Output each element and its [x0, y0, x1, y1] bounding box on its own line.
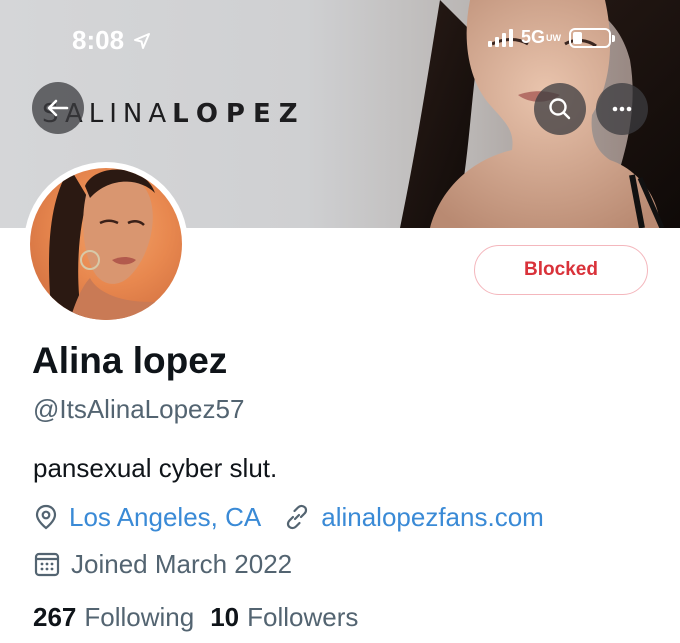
status-time-text: 8:08: [72, 25, 125, 55]
banner-brand-bold: LOPEZ: [172, 99, 306, 129]
status-time: 8:08: [72, 25, 152, 56]
location-item: Los Angeles, CA: [33, 502, 261, 533]
network-indicator: 5G UW: [521, 27, 561, 48]
profile-bio: pansexual cyber slut.: [33, 453, 278, 483]
network-type: 5G: [521, 27, 546, 47]
display-name: Alina lopez: [32, 340, 228, 381]
location-text[interactable]: Los Angeles, CA: [69, 502, 261, 533]
website-link[interactable]: alinalopezfans.com: [321, 502, 544, 533]
network-sub: UW: [546, 32, 562, 43]
more-icon: [612, 106, 632, 112]
calendar-icon: [34, 552, 60, 577]
avatar[interactable]: [24, 162, 188, 326]
search-icon: [549, 98, 571, 120]
following-link[interactable]: 267 Following: [33, 602, 194, 633]
avatar-photo: [30, 168, 182, 320]
followers-label: Followers: [247, 602, 359, 632]
blocked-button[interactable]: Blocked: [474, 245, 648, 295]
more-button[interactable]: [596, 83, 648, 135]
location-pin-icon: [35, 504, 57, 530]
back-arrow-icon: [47, 99, 69, 117]
link-icon: [287, 504, 308, 530]
joined-text: Joined March 2022: [71, 548, 293, 579]
search-button[interactable]: [534, 83, 586, 135]
joined-date: Joined March 2022: [33, 546, 292, 582]
status-bar: 8:08 5G UW: [0, 0, 680, 80]
followers-link[interactable]: 10 Followers: [210, 602, 358, 633]
followers-count: 10: [210, 602, 240, 632]
signal-icon: [488, 28, 513, 47]
following-label: Following: [84, 602, 195, 632]
user-handle: @ItsAlinaLopez57: [33, 394, 245, 424]
follow-stats: 267 Following 10 Followers: [33, 602, 358, 633]
location-arrow-icon: [134, 32, 151, 49]
profile-meta: Los Angeles, CA alinalopezfans.com: [33, 500, 544, 534]
following-count: 267: [33, 602, 77, 632]
website-item[interactable]: alinalopezfans.com: [283, 502, 544, 533]
back-button[interactable]: [32, 82, 84, 134]
status-indicators: 5G UW: [488, 27, 616, 48]
battery-icon: [569, 27, 616, 48]
avatar-illustration: [49, 168, 182, 320]
